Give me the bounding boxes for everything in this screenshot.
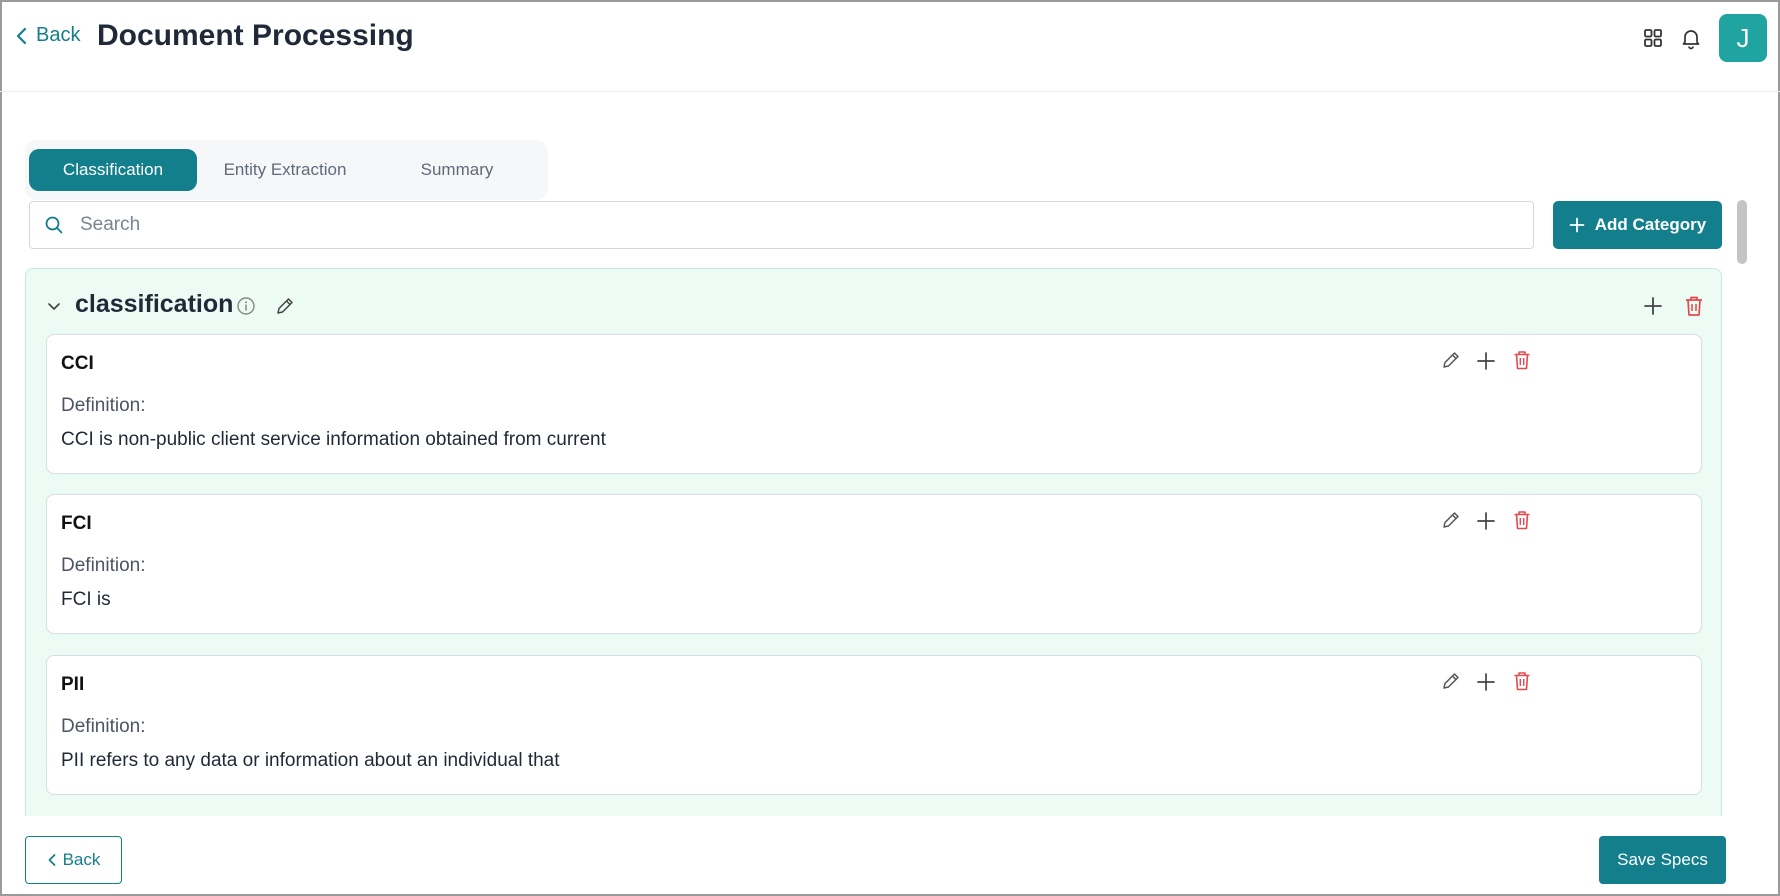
header-back-label: Back bbox=[36, 24, 81, 46]
pencil-icon[interactable] bbox=[274, 295, 296, 317]
definition-text: FCI is bbox=[61, 589, 111, 610]
footer-back-button[interactable]: Back bbox=[25, 836, 122, 884]
plus-icon[interactable] bbox=[1475, 671, 1497, 693]
pencil-icon[interactable] bbox=[1440, 670, 1462, 692]
user-avatar[interactable]: J bbox=[1719, 14, 1767, 62]
page-title: Document Processing bbox=[97, 19, 414, 52]
chevron-left-icon bbox=[48, 854, 55, 866]
category-item-card: FCI Definition: FCI is bbox=[46, 494, 1702, 634]
scrollbar-thumb[interactable] bbox=[1737, 200, 1747, 264]
header-back-link[interactable]: Back bbox=[14, 24, 80, 47]
trash-icon[interactable] bbox=[1512, 349, 1532, 371]
top-header: Back Document Processing J bbox=[0, 0, 1780, 92]
tab-bar: Classification Entity Extraction Summary bbox=[25, 140, 548, 200]
tab-entity-extraction[interactable]: Entity Extraction bbox=[201, 149, 369, 191]
pencil-icon[interactable] bbox=[1440, 509, 1462, 531]
add-category-button[interactable]: Add Category bbox=[1553, 201, 1722, 249]
category-item-card: PII Definition: PII refers to any data o… bbox=[46, 655, 1702, 795]
search-icon bbox=[45, 216, 63, 234]
info-icon[interactable] bbox=[236, 296, 256, 316]
trash-icon[interactable] bbox=[1512, 670, 1532, 692]
save-specs-button[interactable]: Save Specs bbox=[1599, 836, 1726, 884]
pencil-icon[interactable] bbox=[1440, 349, 1462, 371]
category-title: classification bbox=[75, 290, 234, 318]
plus-icon[interactable] bbox=[1475, 510, 1497, 532]
definition-text: PII refers to any data or information ab… bbox=[61, 750, 560, 771]
category-add-icon[interactable] bbox=[1641, 294, 1665, 318]
tab-classification[interactable]: Classification bbox=[29, 149, 197, 191]
item-name: CCI bbox=[61, 353, 94, 374]
chevron-down-icon[interactable] bbox=[46, 298, 62, 314]
definition-text: CCI is non-public client service informa… bbox=[61, 429, 606, 450]
search-box bbox=[29, 201, 1534, 249]
trash-icon[interactable] bbox=[1683, 294, 1705, 318]
item-name: PII bbox=[61, 674, 85, 695]
category-panel: classification CCI Definition: CCI is no… bbox=[25, 268, 1722, 816]
trash-icon[interactable] bbox=[1512, 509, 1532, 531]
plus-icon bbox=[1569, 217, 1585, 233]
definition-label: Definition: bbox=[61, 555, 146, 576]
item-name: FCI bbox=[61, 513, 92, 534]
tab-summary[interactable]: Summary bbox=[373, 149, 541, 191]
footer-back-label: Back bbox=[62, 850, 101, 869]
definition-label: Definition: bbox=[61, 716, 146, 737]
definition-label: Definition: bbox=[61, 395, 146, 416]
search-input[interactable] bbox=[80, 214, 1480, 236]
apps-grid-icon[interactable] bbox=[1641, 26, 1665, 50]
plus-icon[interactable] bbox=[1475, 350, 1497, 372]
chevron-left-icon bbox=[16, 27, 27, 44]
vertical-scrollbar[interactable] bbox=[1737, 200, 1747, 816]
bell-icon[interactable] bbox=[1679, 26, 1703, 50]
category-item-card: CCI Definition: CCI is non-public client… bbox=[46, 334, 1702, 474]
add-category-label: Add Category bbox=[1594, 215, 1707, 234]
